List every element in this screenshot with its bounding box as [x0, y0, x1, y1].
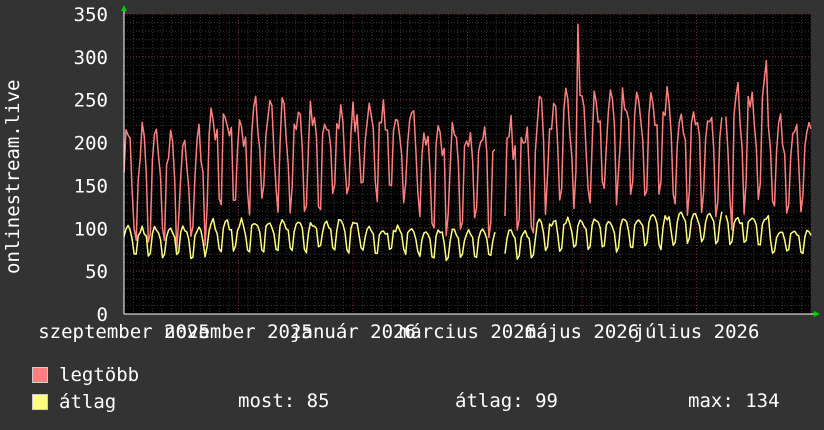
x-axis-arrow-icon: [814, 311, 820, 317]
legend-swatch-max: [32, 367, 48, 383]
y-tick-label: 300: [74, 47, 108, 69]
y-axis-label: onlinestream.live: [2, 80, 24, 274]
x-tick-label: január 2026: [290, 321, 416, 343]
x-tick-label: március 2026: [399, 321, 536, 343]
y-tick-labels: 050100150200250300350: [74, 4, 108, 326]
stat-current: most: 85: [238, 390, 330, 412]
legend-swatch-avg: [32, 394, 48, 410]
y-tick-label: 250: [74, 90, 108, 112]
y-tick-label: 200: [74, 133, 108, 155]
legend-label-avg: átlag: [59, 391, 117, 413]
y-tick-label: 350: [74, 4, 108, 26]
x-tick-label: július 2026: [634, 321, 760, 343]
chart-canvas: 050100150200250300350 szeptember 2025nov…: [2, 4, 820, 343]
y-tick-label: 150: [74, 175, 108, 197]
stat-average: átlag: 99: [455, 390, 558, 412]
y-axis-arrow-icon: [121, 5, 127, 11]
x-tick-labels: szeptember 2025november 2025január 2026m…: [38, 321, 759, 343]
legend-label-max: legtöbb: [59, 364, 140, 386]
y-tick-label: 100: [74, 218, 108, 240]
stat-max: max: 134: [688, 390, 780, 412]
y-tick-label: 50: [85, 261, 108, 283]
x-tick-label: május 2026: [525, 321, 639, 343]
